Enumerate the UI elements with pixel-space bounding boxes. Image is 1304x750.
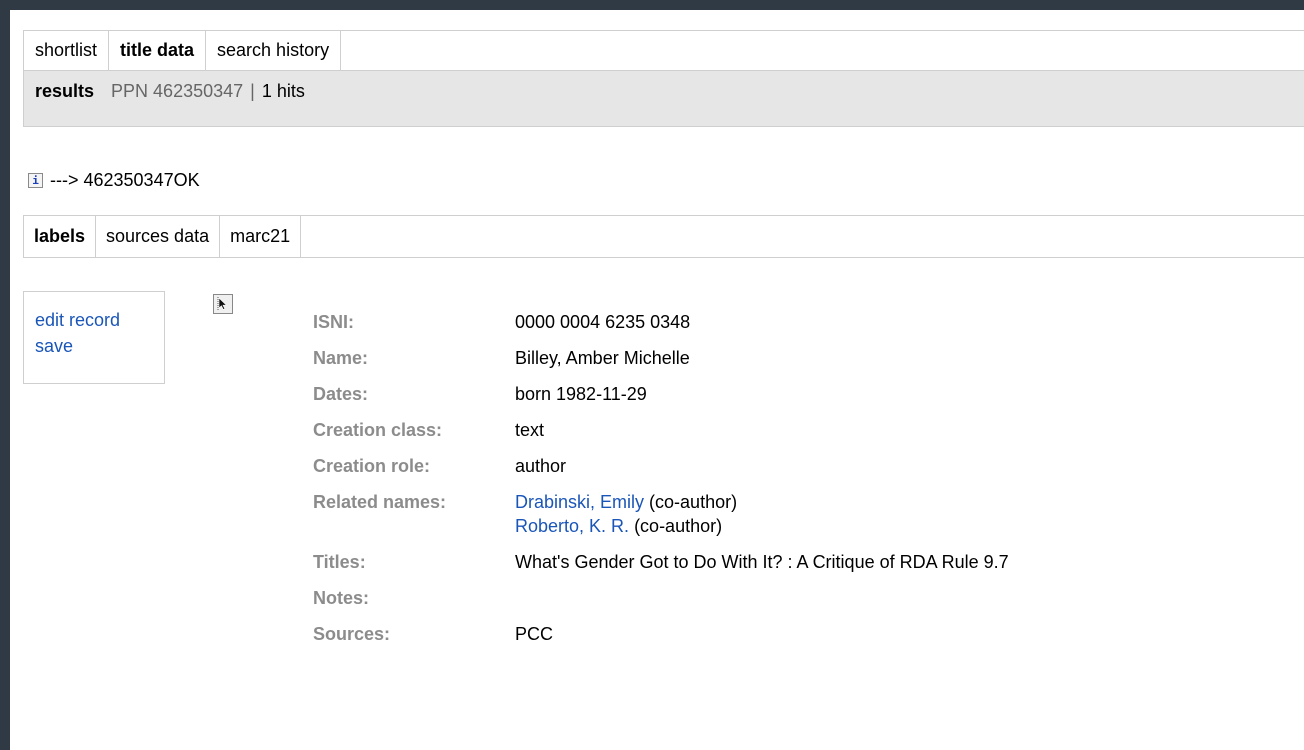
record-tab-bar: labels sources data marc21: [23, 215, 1304, 258]
name-value: Billey, Amber Michelle: [515, 348, 690, 368]
info-line: i ---> 462350347OK: [28, 170, 200, 191]
related-names-label: Related names:: [313, 492, 447, 512]
row-creation-role: Creation role: author: [313, 454, 1009, 478]
results-label: results: [35, 81, 95, 101]
tab-shortlist[interactable]: shortlist: [24, 31, 110, 70]
related-name-link[interactable]: Roberto, K. R.: [515, 516, 629, 536]
info-message: ---> 462350347OK: [50, 170, 200, 190]
related-name-link[interactable]: Drabinski, Emily: [515, 492, 644, 512]
main-content: shortlist title data search history resu…: [10, 10, 1304, 750]
creation-role-value: author: [515, 456, 567, 476]
titles-value: What's Gender Got to Do With It? : A Cri…: [515, 552, 1009, 572]
record-details: ISNI: 0000 0004 6235 0348 Name: Billey, …: [313, 310, 1009, 658]
row-dates: Dates: born 1982-11-29: [313, 382, 1009, 406]
notes-label: Notes:: [313, 588, 370, 608]
dates-value: born 1982-11-29: [515, 384, 647, 404]
cursor-icon[interactable]: [213, 294, 233, 314]
tab-sources-data[interactable]: sources data: [96, 216, 221, 257]
sources-value: PCC: [515, 624, 554, 644]
isni-value: 0000 0004 6235 0348: [515, 312, 691, 332]
related-name-item: Roberto, K. R. (co-author): [515, 514, 737, 538]
hits-count: 1 hits: [261, 81, 305, 101]
name-label: Name:: [313, 348, 369, 368]
tab-search-history[interactable]: search history: [206, 31, 342, 70]
tab-marc21[interactable]: marc21: [220, 216, 302, 257]
tab-labels[interactable]: labels: [24, 216, 97, 257]
related-name-role: (co-author): [649, 492, 738, 512]
tab-title-data[interactable]: title data: [109, 31, 207, 70]
titles-label: Titles:: [313, 552, 366, 572]
row-creation-class: Creation class: text: [313, 418, 1009, 442]
isni-label: ISNI:: [313, 312, 355, 332]
related-names-value: Drabinski, Emily (co-author) Roberto, K.…: [515, 490, 737, 538]
results-bar: results PPN 462350347 | 1 hits: [23, 71, 1304, 127]
creation-class-label: Creation class:: [313, 420, 443, 440]
related-name-role: (co-author): [634, 516, 723, 536]
row-notes: Notes:: [313, 586, 1009, 610]
row-name: Name: Billey, Amber Michelle: [313, 346, 1009, 370]
edit-record-link[interactable]: edit record: [35, 307, 164, 333]
row-related-names: Related names: Drabinski, Emily (co-auth…: [313, 490, 1009, 538]
creation-role-label: Creation role:: [313, 456, 431, 476]
creation-class-value: text: [515, 420, 545, 440]
info-icon[interactable]: i: [28, 173, 43, 188]
ppn-text: PPN 462350347: [111, 81, 244, 101]
sources-label: Sources:: [313, 624, 391, 644]
top-tab-bar: shortlist title data search history: [23, 30, 1304, 71]
related-name-item: Drabinski, Emily (co-author): [515, 490, 737, 514]
save-link[interactable]: save: [35, 333, 164, 359]
record-actions: edit record save: [23, 291, 165, 384]
dates-label: Dates:: [313, 384, 369, 404]
row-isni: ISNI: 0000 0004 6235 0348: [313, 310, 1009, 334]
row-sources: Sources: PCC: [313, 622, 1009, 646]
results-separator: |: [250, 81, 255, 101]
row-titles: Titles: What's Gender Got to Do With It?…: [313, 550, 1009, 574]
